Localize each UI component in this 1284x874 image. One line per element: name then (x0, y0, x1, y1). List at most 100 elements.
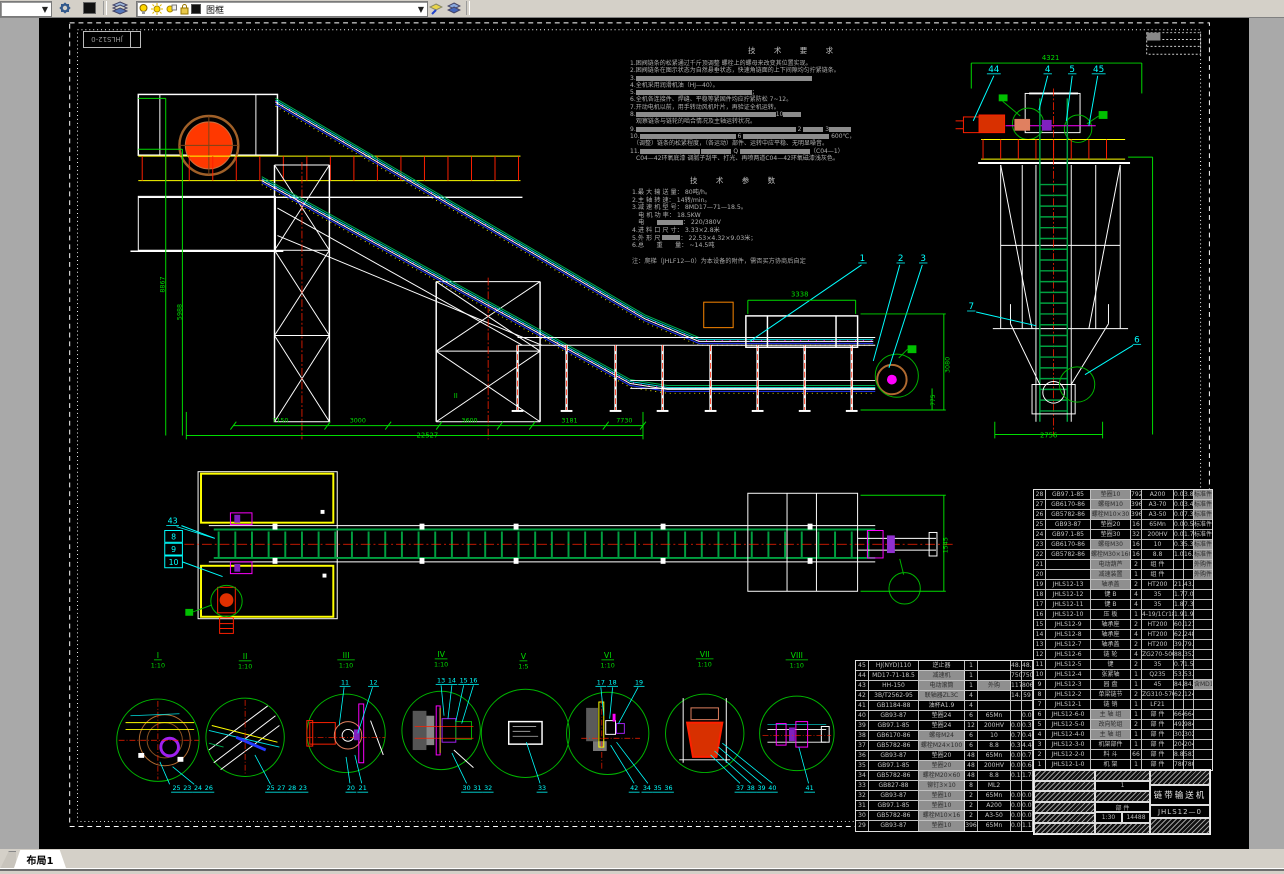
callout-34: 34 (643, 785, 651, 792)
detail-3-content (307, 704, 385, 763)
chute-box[interactable] (704, 302, 733, 327)
dim-2756: 2756 (1040, 431, 1057, 439)
bom-row: 7JHLS12-1链 销1LF21 (1034, 700, 1212, 710)
detail-scale-3: 1:10 (339, 663, 353, 670)
callout-23b: 23 (299, 785, 307, 792)
layer-previous-button[interactable] (446, 1, 462, 15)
layers-blue-icon (447, 2, 461, 15)
balloon-10: 10 (169, 558, 179, 567)
callout-36: 36 (664, 785, 672, 792)
dim-8867: 8867 (160, 276, 167, 292)
color-swatch-button[interactable] (78, 1, 100, 15)
callout-26: 26 (205, 785, 213, 792)
bom-row: 39GB97.1-85垫圈2412200HV0.030.36标准件 (856, 721, 1056, 731)
layer-arrow-icon (429, 2, 443, 15)
bom-row: 4JHLS12-4-0主 轴 组1部 件302302 (1034, 730, 1212, 740)
callout-28: 28 (288, 785, 296, 792)
callout-16: 16 (469, 677, 477, 684)
bom-row: 25GB93-87垫圈201665Mn0.030.55标准件 (1034, 520, 1212, 530)
detail-label-8: VIII (791, 651, 803, 660)
text-line: （调整）链条的松紧程度，（各运动）部件、运转中应平稳、无明显噪音。 (630, 140, 965, 147)
callout-27: 27 (277, 785, 285, 792)
paperspace-canvas[interactable]: 4321275633382252771503000360031817730886… (0, 17, 1284, 849)
text-line: 6.总 重 量： ~14.5吨 (632, 242, 952, 250)
dim-7730: 7730 (616, 418, 632, 425)
product-name: 链带输送机 (1150, 785, 1210, 805)
toolbar-separator (103, 1, 107, 15)
bom-row: 31GB97.1-85垫圈102A2000.010.02标准件 (856, 801, 1056, 811)
detail-8-content (763, 722, 832, 747)
bom-row: 23GB6170-86螺母M3016100.335.34标准件 (1034, 540, 1212, 550)
sun-viewport-icon (165, 3, 177, 15)
detail-scale-2: 1:10 (238, 664, 252, 671)
layers-dialog-button[interactable] (108, 1, 132, 15)
detail-scale-7: 1:10 (698, 662, 712, 669)
bom-row: 22GB5782-86螺栓M30×160168.81.0516.9标准件 (1034, 550, 1212, 560)
dim-1545: 1545 (943, 537, 950, 553)
bom-row: 41GB1184-88油杯A1.94标准件 (856, 701, 1056, 711)
chevron-down-icon[interactable]: ▼ (42, 5, 50, 14)
feed-hopper[interactable] (746, 316, 858, 347)
layer-name: 图框 (203, 3, 224, 16)
balloon-5: 5 (1069, 65, 1075, 75)
layer-properties-button[interactable] (54, 1, 76, 15)
plan-view[interactable] (165, 472, 954, 634)
callout-23: 23 (183, 785, 191, 792)
callout-21: 21 (359, 785, 367, 792)
lock-icon (179, 3, 189, 15)
text-line: 6.全机各连接件、焊缝、平稳等紧固件均应拧紧防松 7~12。 (630, 96, 965, 103)
params-footnote: 注：爬梯（JHLF12—0）为本设备的附件，需否买方协商后自定 (632, 256, 952, 265)
outside-paper-right (1249, 17, 1284, 849)
elevator-boot[interactable] (1010, 304, 1108, 414)
plan-motor[interactable] (185, 585, 242, 633)
toolbar-combo-stub[interactable]: ▼ (0, 1, 52, 17)
gear-icon (58, 1, 72, 15)
detail-scale-6: 1:10 (601, 663, 615, 670)
bom-row: 24GB97.1-85垫圈3032200HV0.051.72标准件 (1034, 530, 1212, 540)
dim-3338: 3338 (791, 290, 808, 298)
layer-control-combo[interactable]: 图框 ▼ (136, 1, 428, 17)
bom-row: 8JHLS12-2单梁链节2ZG310-57062.4124.8 (1034, 690, 1212, 700)
bom-row: 9JHLS12-3园 盘14584.784.7含MD17-38 (1034, 680, 1212, 690)
callout-33: 33 (538, 785, 546, 792)
callout-31: 31 (473, 785, 481, 792)
qty-cell: 1 (1095, 781, 1150, 792)
sun-icon (151, 3, 163, 15)
balloon-44: 44 (988, 65, 1000, 75)
detail-scale-1: 1:10 (151, 663, 165, 670)
tab-layout1-label: 布局1 (27, 852, 54, 867)
text-line: 11. Q （C04—1） (630, 148, 965, 155)
callout-35: 35 (654, 785, 662, 792)
text-line: 4.全机采用润滑机油（HJ—40）。 (630, 82, 965, 89)
revision-table[interactable] (1147, 33, 1201, 55)
callout-17: 17 (597, 679, 605, 686)
scale-cell: 1:30 (1095, 812, 1122, 823)
bom-row: 27GB6170-86螺母M10396A3-700.013.44标准件 (1034, 500, 1212, 510)
cad-application-window: ▼ (0, 0, 1284, 874)
chevron-down-icon[interactable]: ▼ (418, 5, 426, 14)
callout-32: 32 (484, 785, 492, 792)
callout-24: 24 (194, 785, 202, 792)
dim-3080: 3080 (945, 357, 952, 373)
tab-layout1[interactable]: 布局1 (14, 850, 66, 868)
tail-wheel[interactable] (875, 345, 918, 397)
parts-table-right: 28GB97.1-85垫圈10792A2000.0053.85标准件27GB61… (1033, 489, 1213, 771)
bom-row: 13JHLS12-7轴承盖2HT20039.779.4 (1034, 640, 1212, 650)
layer-color-swatch (191, 4, 201, 14)
callout-39: 39 (758, 785, 766, 792)
bom-row: 19JHLS12-13轴承盖2HT20021.643.2 (1034, 580, 1212, 590)
make-layer-current-button[interactable] (428, 1, 444, 15)
elevator-view[interactable] (956, 63, 1153, 438)
technical-requirements: 技 术 要 求 1.困阀链条的松紧通过千斤顶调整 螺栓上的螺母来改变其位置实现。… (630, 45, 965, 162)
outside-paper-left (0, 17, 39, 849)
tab-model-partial[interactable] (0, 851, 16, 869)
bom-row: 32GB93-87垫圈10265Mn0.0030.01标准件 (856, 791, 1056, 801)
bom-row: 2JHLS12-2-0料 斗66部 件8.84583.4 (1034, 750, 1212, 760)
callout-12: 12 (369, 679, 377, 686)
bom-row: 6JHLS12-6-0主 轴 组1部 件664.5664.5 (1034, 710, 1212, 720)
callout-30: 30 (463, 785, 471, 792)
callout-40: 40 (768, 785, 776, 792)
bom-row: 43HH-150电动滚筒1外购117806外购件 (856, 681, 1056, 691)
statusbar-strip (0, 868, 1284, 874)
callout-19: 19 (635, 679, 643, 686)
